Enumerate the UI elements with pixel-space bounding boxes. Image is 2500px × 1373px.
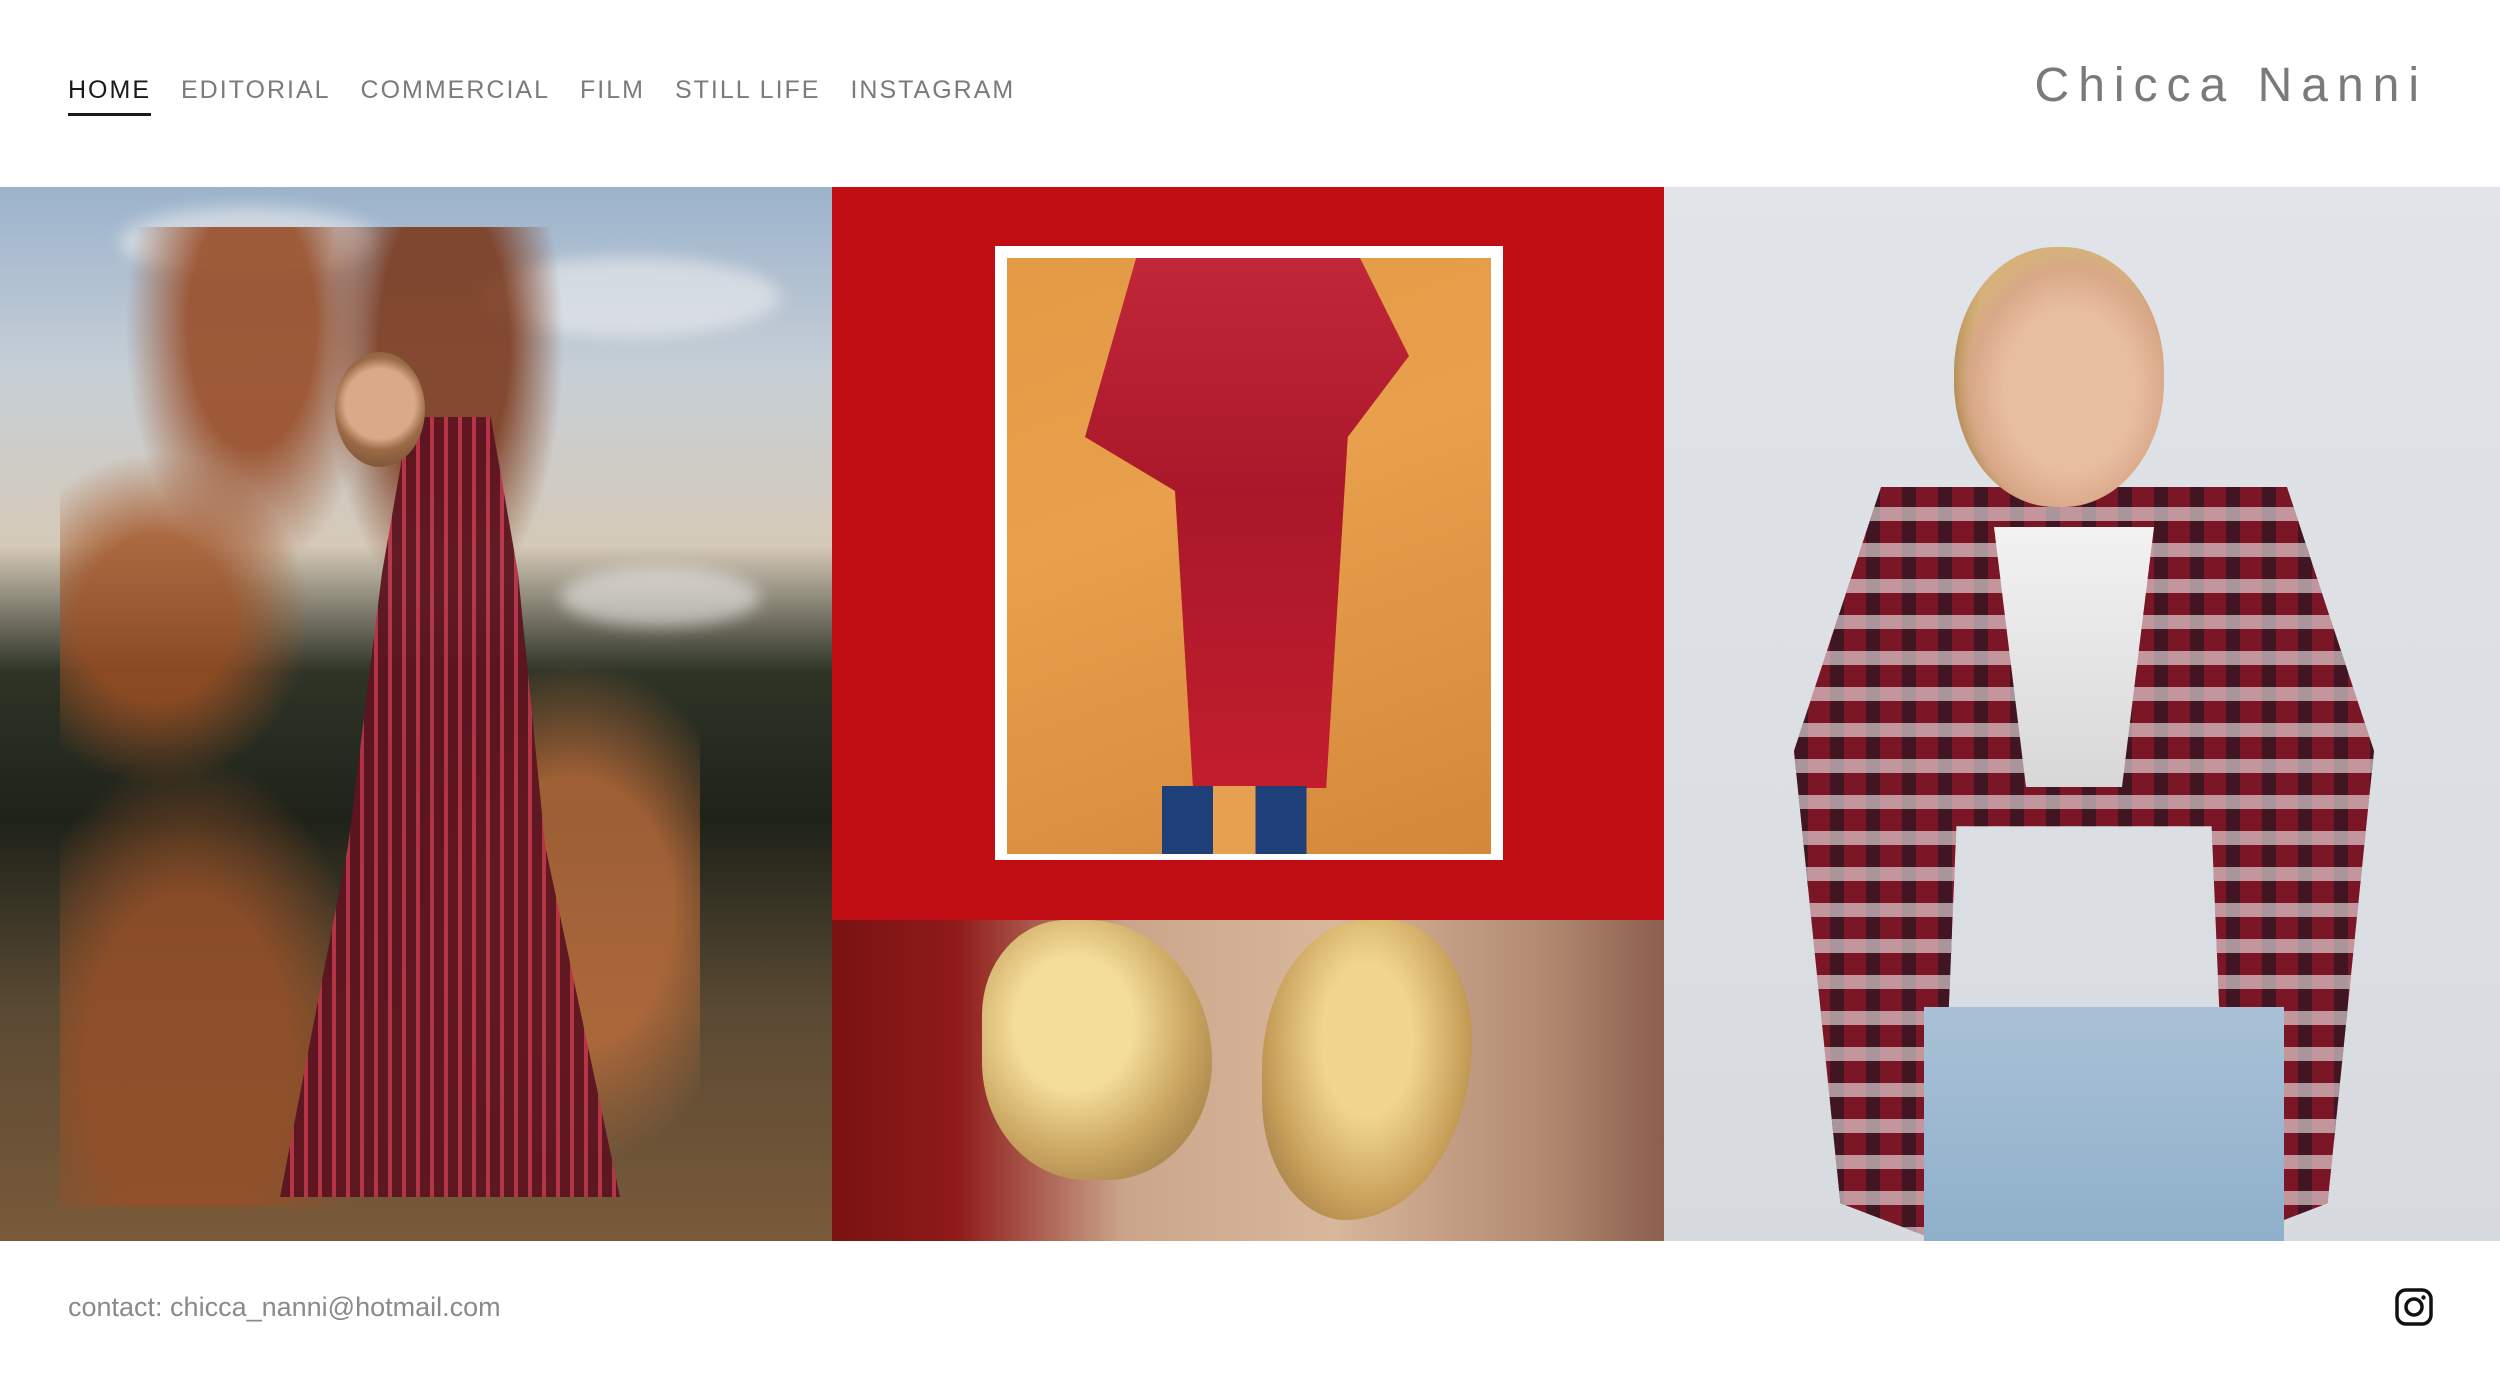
- photo-frame: [995, 246, 1503, 860]
- nav-item-home[interactable]: HOME: [68, 76, 151, 116]
- image-gallery: [0, 187, 2500, 1241]
- red-outfit-figure: [1085, 258, 1409, 788]
- site-footer: contact: chicca_nanni@hotmail.com: [0, 1241, 2500, 1373]
- hair-curl: [982, 920, 1212, 1180]
- contact-text: contact: chicca_nanni@hotmail.com: [68, 1292, 501, 1322]
- nav-item-film[interactable]: FILM: [580, 76, 645, 116]
- nav-item-editorial[interactable]: EDITORIAL: [181, 76, 331, 116]
- hair-curl: [1262, 920, 1472, 1220]
- main-nav: HOME EDITORIAL COMMERCIAL FILM STILL LIF…: [68, 76, 1015, 116]
- site-header: HOME EDITORIAL COMMERCIAL FILM STILL LIF…: [0, 0, 2500, 187]
- nav-item-commercial[interactable]: COMMERCIAL: [361, 76, 550, 116]
- nav-item-still-life[interactable]: STILL LIFE: [675, 76, 821, 116]
- instagram-icon[interactable]: [2394, 1287, 2434, 1327]
- jeans: [1924, 1007, 2284, 1241]
- hair-closeup-photo[interactable]: [832, 920, 1664, 1241]
- nav-item-instagram[interactable]: INSTAGRAM: [850, 76, 1015, 116]
- blue-legs: [1162, 786, 1332, 854]
- model-head: [335, 352, 425, 467]
- instagram-icon-svg: [2395, 1288, 2433, 1326]
- red-framed-photo[interactable]: [832, 187, 1664, 920]
- model-face: [1954, 247, 2164, 507]
- site-title[interactable]: Chicca Nanni: [2035, 58, 2428, 113]
- framed-photo: [1007, 258, 1491, 854]
- autumn-dress-photo[interactable]: [0, 187, 832, 1241]
- tweed-jacket-photo[interactable]: [1664, 187, 2500, 1241]
- page: HOME EDITORIAL COMMERCIAL FILM STILL LIF…: [0, 0, 2500, 1373]
